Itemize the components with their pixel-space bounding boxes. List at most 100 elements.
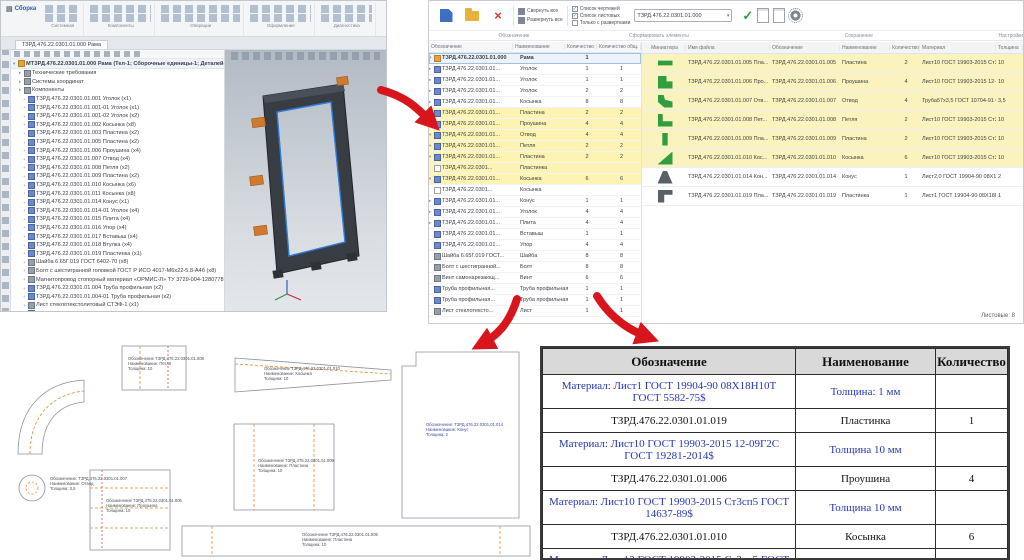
unfold-row[interactable]: ТЗРД.476.22.0301.01.008 Пет... ТЗРД.476.… xyxy=(642,111,1023,130)
structure-row[interactable]: ТЗРД.476.22.0301... Пластинка xyxy=(429,163,641,174)
structure-row[interactable]: ▸ ТЗРД.476.22.0301.01... Уголок 4 4 xyxy=(429,207,641,218)
column-header[interactable]: Обозначение xyxy=(770,44,840,51)
tree-item[interactable]: + ТЗРД.476.22.0301.01.012 Пластина (х4) xyxy=(11,310,224,311)
tree-root-node[interactable]: ▾ МТЗРД.476.22.0301.01.000 Рама (Тел-1; … xyxy=(11,59,224,69)
ribbon-icons[interactable] xyxy=(90,5,152,13)
structure-row[interactable]: ▾ ТЗРД.476.22.0301.01... Пластина 2 2 xyxy=(429,108,641,119)
structure-row[interactable]: Лист стеклотексто... Лист 1 1 xyxy=(429,306,641,317)
tree-toolbar[interactable] xyxy=(11,50,224,59)
ribbon-icons[interactable] xyxy=(250,5,312,13)
column-header[interactable]: Обозначение xyxy=(429,44,513,50)
tree-item[interactable]: + ТЗРД.476.22.0301.01.011 Косынка (х8) xyxy=(11,189,224,198)
unfold-row[interactable]: ТЗРД.476.22.0301.01.009 Пла... ТЗРД.476.… xyxy=(642,130,1023,149)
toolbar-checkbox[interactable]: Список листовых xyxy=(571,12,631,19)
column-header[interactable]: Количество xyxy=(565,44,597,50)
column-header[interactable]: Наименование xyxy=(513,44,565,50)
ribbon-group-diagnostics[interactable]: Диагностика xyxy=(320,3,377,36)
tree-section[interactable]: ▸ Компоненты xyxy=(11,86,224,95)
tree-item[interactable]: + ТЗРД.476.22.0301.01.001-01 Уголок (х1) xyxy=(11,103,224,112)
checkbox-icon[interactable] xyxy=(571,19,578,26)
unfold-row[interactable]: ТЗРД.476.22.0301.01.019 Пла... ТЗРД.476.… xyxy=(642,187,1023,206)
ribbon-icons[interactable] xyxy=(321,5,373,13)
tree-item[interactable]: + Шайба 6.65Г.019 ГОСТ 6402-70 (х8) xyxy=(11,258,224,267)
column-header[interactable]: Имя файла xyxy=(686,44,770,51)
tree-item[interactable]: + ТЗРД.476.22.0301.01.009 Пластина (х2) xyxy=(11,172,224,181)
tree-item[interactable]: + ТЗРД.476.22.0301.01.001-02 Уголок (х2) xyxy=(11,112,224,121)
structure-row[interactable]: ▾ ТЗРД.476.22.0301.01... Отвод 4 4 xyxy=(429,130,641,141)
ribbon-icons[interactable] xyxy=(250,14,312,22)
checkbox-icon[interactable] xyxy=(571,5,578,12)
open-file-button[interactable] xyxy=(461,5,483,27)
tree-item[interactable]: + ТЗРД.476.22.0301.01.019 Пластинка (х1) xyxy=(11,249,224,258)
structure-row[interactable]: ▸ ТЗРД.476.22.0301.01... Уголок 2 2 xyxy=(429,86,641,97)
tree-item[interactable]: + ТЗРД.476.22.0301.01.003 Пластина (х2) xyxy=(11,129,224,138)
column-header[interactable]: Количество xyxy=(890,44,920,51)
ribbon-group-components[interactable]: Компоненты xyxy=(89,3,156,36)
tree-item[interactable]: + ТЗРД.476.22.0301.01.004 Труба профильн… xyxy=(11,284,224,293)
unfold-row[interactable]: ТЗРД.476.22.0301.01.010 Кос... ТЗРД.476.… xyxy=(642,149,1023,168)
tree-item[interactable]: + ТЗРД.476.22.0301.01.014-01 Уголок (х4) xyxy=(11,207,224,216)
ribbon-icons[interactable] xyxy=(161,5,241,13)
structure-row[interactable]: ▾ ТЗРД.476.22.0301.01... Пластина 2 2 xyxy=(429,152,641,163)
document-tab[interactable]: ТЗРД.476.22.0301.01.000 Рама xyxy=(15,40,109,49)
hamburger-menu-icon[interactable]: ▤ xyxy=(6,5,13,13)
ribbon-icons[interactable] xyxy=(321,14,373,22)
assembly-select-combobox[interactable]: ТЗРД.476.22.0301.01.000 ▾ xyxy=(634,9,733,22)
save-selected-button[interactable] xyxy=(757,8,770,23)
tree-item[interactable]: + ТЗРД.476.22.0301.01.005 Пластина (х2) xyxy=(11,138,224,147)
checkbox-icon[interactable] xyxy=(571,12,578,19)
tree-item[interactable]: + ТЗРД.476.22.0301.01.006 Проушина (х4) xyxy=(11,146,224,155)
settings-gear-icon[interactable] xyxy=(788,8,804,23)
structure-row[interactable]: Винт самонарезающ... Винт 6 6 xyxy=(429,273,641,284)
tree-item[interactable]: + ТЗРД.476.22.0301.01.008 Петля (х2) xyxy=(11,164,224,173)
structure-row[interactable]: ТЗРД.476.22.0301... Косынка xyxy=(429,185,641,196)
tree-item[interactable]: + Магнитопровод стопорный материал «ОРМИ… xyxy=(11,275,224,284)
frame-3d-model[interactable] xyxy=(225,60,386,311)
cad-side-rail[interactable] xyxy=(1,50,11,311)
structure-row[interactable]: ▸ ТЗРД.476.22.0301.01... Уголок 1 1 xyxy=(429,75,641,86)
column-header[interactable]: Количество общ. xyxy=(597,44,641,50)
structure-row[interactable]: Труба профильная... Труба профильная 1 1 xyxy=(429,284,641,295)
tree-item[interactable]: + Лист стеклотекстолитовый СТЭФ-1 (х1) xyxy=(11,301,224,310)
tree-item[interactable]: + ТЗРД.476.22.0301.01.017 Вставыш (х4) xyxy=(11,232,224,241)
structure-row[interactable]: ▸ ТЗРД.476.22.0301.01... Косынка 8 8 xyxy=(429,97,641,108)
expand-all-button[interactable]: Развернуть все xyxy=(518,16,563,24)
structure-row[interactable]: ▾ ТЗРД.476.22.0301.01... Косынка 6 6 xyxy=(429,174,641,185)
structure-row[interactable]: ▾ ТЗРД.476.22.0301.01... Петля 2 2 xyxy=(429,141,641,152)
ribbon-group-system[interactable]: Системная xyxy=(44,3,85,36)
structure-row[interactable]: ▸ ТЗРД.476.22.0301.01... Конус 1 1 xyxy=(429,196,641,207)
unfold-row[interactable]: ТЗРД.476.22.0301.01.014 Кон... ТЗРД.476.… xyxy=(642,168,1023,187)
tree-item[interactable]: + ТЗРД.476.22.0301.01.018 Втулка (х4) xyxy=(11,241,224,250)
structure-row[interactable]: ▸ ТЗРД.476.22.0301.01... Плита 4 4 xyxy=(429,218,641,229)
tree-item[interactable]: + ТЗРД.476.22.0301.01.001 Уголок (х1) xyxy=(11,95,224,104)
ribbon-icons[interactable] xyxy=(45,5,81,13)
ribbon-group-annotation[interactable]: Оформление xyxy=(249,3,316,36)
structure-row[interactable]: Труба профильная... Труба профильная 1 1 xyxy=(429,295,641,306)
unfold-row[interactable]: ТЗРД.476.22.0301.01.006 Про... ТЗРД.476.… xyxy=(642,73,1023,92)
toolbar-checkbox[interactable]: Список чертежей xyxy=(571,5,631,12)
structure-row[interactable]: ▸ ТЗРД.476.22.0301.01... Уголок 1 1 xyxy=(429,64,641,75)
tree-section[interactable]: ▸ Системы координат xyxy=(11,78,224,87)
ribbon-icons[interactable] xyxy=(45,14,81,22)
collapse-all-button[interactable]: Свернуть все xyxy=(518,7,563,15)
tree-item[interactable]: + ТЗРД.476.22.0301.01.015 Плита (х4) xyxy=(11,215,224,224)
viewport-toolbar[interactable] xyxy=(231,52,380,60)
ribbon-icons[interactable] xyxy=(90,14,152,22)
cad-app-badge[interactable]: ▤ Сборка xyxy=(3,3,39,15)
ribbon-icons[interactable] xyxy=(161,14,241,22)
structure-row[interactable]: ▾ ТЗРД.476.22.0301.01... Проушина 4 4 xyxy=(429,119,641,130)
tree-item[interactable]: + ТЗРД.476.22.0301.01.007 Отвод (х4) xyxy=(11,155,224,164)
tree-item[interactable]: + ТЗРД.476.22.0301.01.002 Косынка (х8) xyxy=(11,121,224,130)
structure-row[interactable]: ▾ ТЗРД.476.22.0301.01.000 Рама 1 xyxy=(429,53,641,64)
toolbar-checkbox[interactable]: Только с развертками xyxy=(571,19,630,26)
ribbon-group-operations[interactable]: Операции xyxy=(160,3,245,36)
structure-row[interactable]: ТЗРД.476.22.0301.01... Упор 4 4 xyxy=(429,240,641,251)
tree-item[interactable]: + ТЗРД.476.22.0301.01.004-01 Труба профи… xyxy=(11,292,224,301)
tree-item[interactable]: + ТЗРД.476.22.0301.01.010 Косынка (х6) xyxy=(11,181,224,190)
structure-row[interactable]: ТЗРД.476.22.0301.01... Вставыш 1 1 xyxy=(429,229,641,240)
generate-task-button[interactable] xyxy=(435,5,457,27)
close-document-button[interactable]: × xyxy=(487,5,509,27)
column-header[interactable]: Материал xyxy=(920,44,996,51)
column-header[interactable]: Миниатюра xyxy=(642,44,686,51)
tree-item[interactable]: + Болт с шестигранной головкой ГОСТ Р ИС… xyxy=(11,267,224,276)
